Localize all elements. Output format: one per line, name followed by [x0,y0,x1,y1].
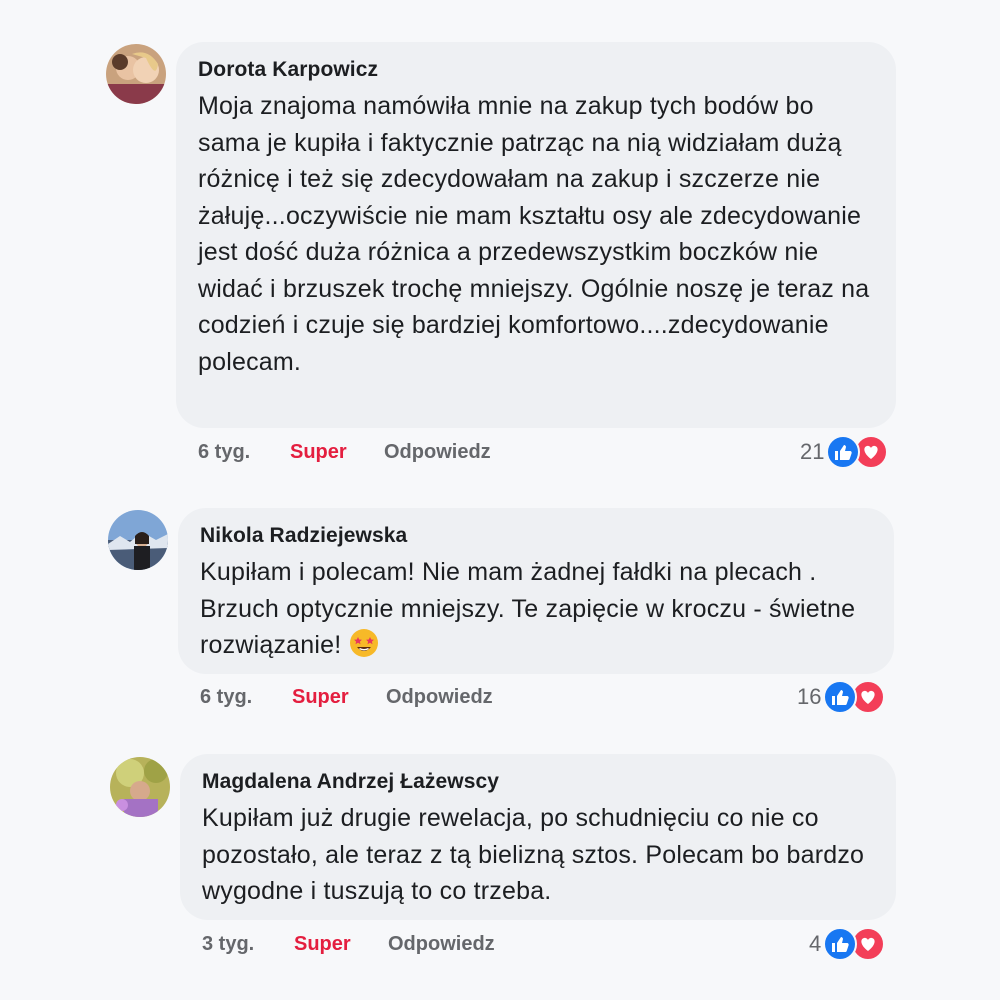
comment-bubble: Magdalena Andrzej Łażewscy Kupiłam już d… [180,754,896,920]
comment-author[interactable]: Magdalena Andrzej Łażewscy [202,770,874,794]
like-icon [823,927,858,961]
reply-button[interactable]: Odpowiedz [384,441,491,464]
reaction-count: 21 [800,439,825,464]
comment-bubble: Dorota Karpowicz Moja znajoma namówiła m… [176,42,896,428]
like-button[interactable]: Super [292,686,386,709]
reaction-count: 16 [797,684,822,709]
reply-button[interactable]: Odpowiedz [386,686,493,709]
comment-text: Kupiłam już drugie rewelacja, po schudni… [202,804,865,905]
comment-timestamp[interactable]: 6 tyg. [200,686,292,709]
comment-text: Moja znajoma namówiła mnie na zakup tych… [198,92,870,376]
like-button[interactable]: Super [294,933,388,956]
reactions-summary[interactable]: 4 [809,927,886,961]
comment-bubble: Nikola Radziejewska Kupiłam i polecam! N… [178,508,894,674]
reaction-count: 4 [809,931,822,956]
comment-text: Kupiłam i polecam! Nie mam żadnej fałdki… [200,558,856,659]
comment-author[interactable]: Nikola Radziejewska [200,524,872,548]
avatar[interactable] [106,44,166,104]
comment-author[interactable]: Dorota Karpowicz [198,58,874,82]
comment-actions: 6 tyg. Super Odpowiedz [198,437,491,467]
comment-timestamp[interactable]: 3 tyg. [202,933,294,956]
avatar[interactable] [108,510,168,570]
like-icon [823,680,858,714]
comment-timestamp[interactable]: 6 tyg. [198,441,290,464]
like-icon [826,435,861,469]
comment-actions: 6 tyg. Super Odpowiedz [200,682,493,712]
reply-button[interactable]: Odpowiedz [388,933,495,956]
reactions-summary[interactable]: 21 [800,435,889,469]
star-struck-emoji [349,628,379,658]
avatar[interactable] [110,757,170,817]
comment-actions: 3 tyg. Super Odpowiedz [202,929,495,959]
like-button[interactable]: Super [290,441,384,464]
reactions-summary[interactable]: 16 [797,680,886,714]
